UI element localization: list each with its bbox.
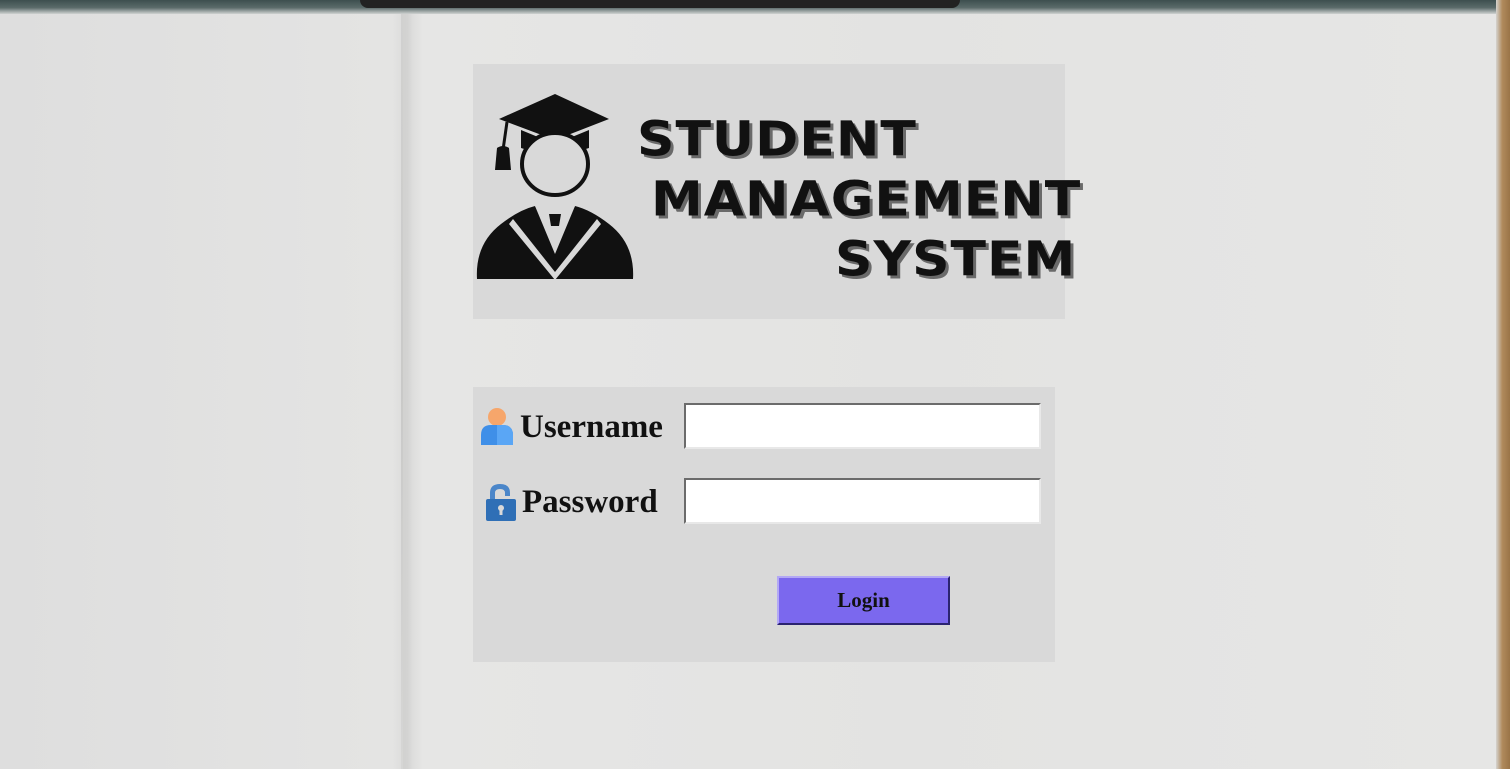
logo-panel: STUDENT MANAGEMENT SYSTEM <box>473 64 1080 319</box>
login-panel: Username Password Login <box>473 387 1055 662</box>
background-desk-edge-right <box>1496 0 1510 769</box>
logo-title-line-1: STUDENT <box>637 112 917 168</box>
password-input[interactable] <box>684 478 1041 524</box>
password-label: Password <box>522 484 658 520</box>
username-input[interactable] <box>684 403 1041 449</box>
background-fold-shadow <box>403 14 413 769</box>
user-icon <box>481 408 513 445</box>
username-label: Username <box>520 409 663 445</box>
username-row: Username <box>473 403 1055 449</box>
login-button[interactable]: Login <box>777 576 950 625</box>
logo-title-line-3: SYSTEM <box>835 232 1077 288</box>
password-row: Password <box>473 478 1055 524</box>
logo-title-line-2: MANAGEMENT <box>651 172 1082 228</box>
lock-icon <box>486 484 516 521</box>
background-book-edge <box>360 0 960 8</box>
